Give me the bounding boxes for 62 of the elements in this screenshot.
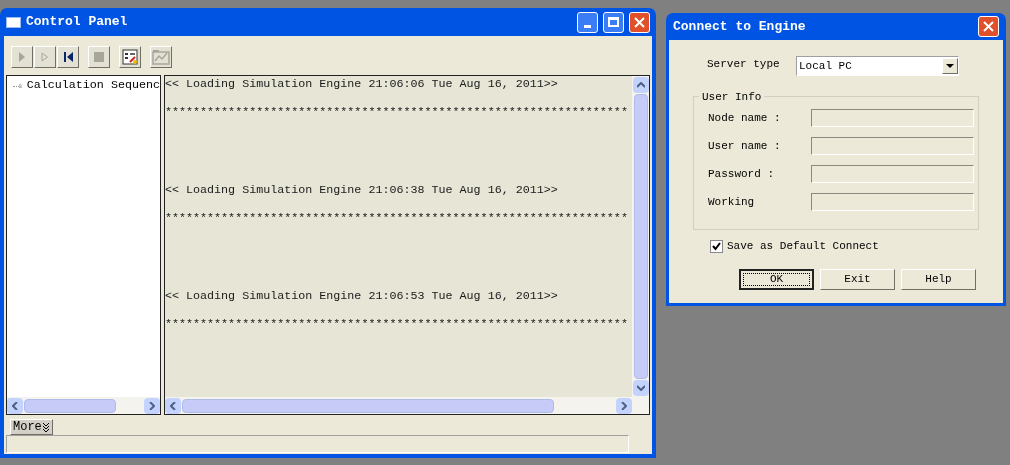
more-button[interactable]: More — [10, 419, 53, 435]
log-message: << Loading Simulation Engine 21:06:53 Tue Aug 16, 2011>> — [165, 289, 559, 303]
input-field[interactable] — [811, 109, 974, 127]
chevron-right-icon — [621, 401, 627, 410]
toolbar-button[interactable] — [57, 46, 79, 68]
scroll-left-button[interactable] — [7, 397, 23, 414]
vertical-scrollbar[interactable] — [632, 76, 649, 397]
horizontal-scrollbar[interactable] — [7, 397, 160, 414]
chart-window-icon — [152, 49, 170, 65]
field-label: Server type — [706, 56, 781, 72]
close-button[interactable] — [978, 16, 999, 37]
caret-down-icon — [946, 64, 954, 68]
checkmark-icon — [712, 241, 721, 251]
field-label: Node name : — [708, 110, 782, 126]
dialog-button[interactable]: OK — [739, 268, 814, 290]
chevron-left-icon — [12, 401, 18, 410]
window-title: Control Panel — [26, 13, 129, 32]
dialog-title: Connect to Engine — [673, 17, 807, 36]
checklist-icon — [122, 49, 138, 65]
server-type-dropdown[interactable]: Local PC — [796, 56, 959, 76]
double-chevron-down-icon — [41, 422, 50, 432]
checkbox[interactable] — [710, 239, 723, 253]
stop-icon — [94, 52, 104, 62]
window-icon — [6, 16, 21, 28]
scroll-right-button[interactable] — [144, 397, 160, 414]
maximize-button[interactable] — [603, 11, 624, 33]
dialog-button[interactable]: Help — [901, 268, 976, 290]
log-separator: ****************************************************************** — [165, 105, 629, 119]
field-label: Password : — [708, 166, 775, 182]
scroll-down-button[interactable] — [632, 380, 649, 396]
tree-item[interactable]: Calculation Sequenc — [26, 77, 160, 95]
skip-back-icon — [63, 52, 73, 62]
field-label: Working — [708, 194, 756, 210]
field-label: User name : — [708, 138, 782, 154]
dropdown-button[interactable] — [942, 58, 958, 74]
scroll-left-button[interactable] — [165, 397, 181, 414]
close-button[interactable] — [629, 11, 650, 33]
checkbox-label: Save as Default Connect — [727, 239, 879, 254]
log-separator: ****************************************************************** — [165, 317, 629, 331]
log-separator: ****************************************************************** — [165, 211, 629, 225]
scroll-thumb[interactable] — [182, 398, 554, 413]
chevron-up-icon — [636, 82, 645, 88]
dialog-button[interactable]: Exit — [820, 268, 895, 290]
scroll-thumb[interactable] — [24, 398, 116, 413]
chevron-right-icon — [149, 401, 155, 410]
log-message: << Loading Simulation Engine 21:06:38 Tue Aug 16, 2011>> — [165, 183, 559, 197]
input-field[interactable] — [811, 193, 974, 211]
log-message: << Loading Simulation Engine 21:06:06 Tue Aug 16, 2011>> — [165, 77, 559, 91]
input-field[interactable] — [811, 165, 974, 183]
minimize-button[interactable] — [577, 11, 598, 33]
chevron-left-icon — [170, 401, 176, 410]
horizontal-scrollbar[interactable] — [165, 397, 632, 414]
toolbar-button[interactable] — [119, 46, 141, 68]
close-icon — [983, 21, 994, 32]
chevron-down-icon — [636, 385, 645, 391]
scroll-up-button[interactable] — [632, 77, 649, 93]
input-field[interactable] — [811, 137, 974, 155]
scroll-right-button[interactable] — [616, 397, 632, 414]
scroll-thumb[interactable] — [633, 94, 648, 379]
close-icon — [634, 16, 645, 28]
play-outline-icon — [41, 52, 49, 62]
play-icon — [18, 52, 26, 62]
